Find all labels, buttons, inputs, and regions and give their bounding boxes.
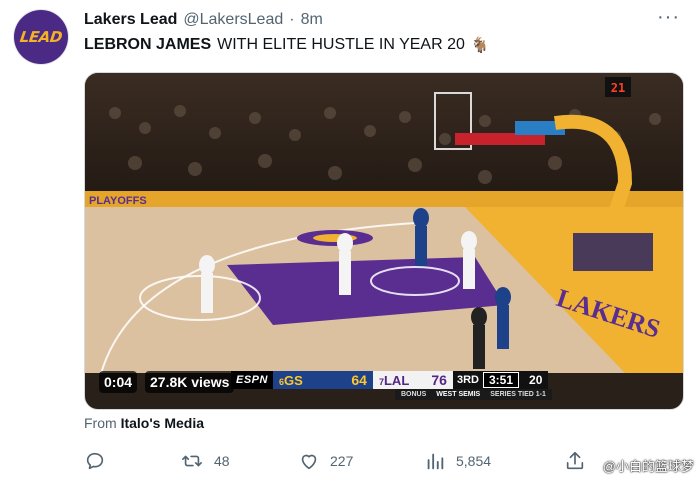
heart-icon bbox=[301, 454, 317, 470]
like-count: 227 bbox=[330, 453, 354, 469]
tweet-header: Lakers Lead @LakersLead · 8m bbox=[84, 10, 676, 30]
game-clock: 3:51 bbox=[482, 372, 520, 388]
views-count: 5,854 bbox=[456, 453, 492, 469]
home-score: 76 bbox=[431, 372, 447, 388]
retweet-button[interactable]: 48 bbox=[180, 450, 230, 472]
timestamp[interactable]: 8m bbox=[301, 11, 323, 29]
retweet-icon bbox=[182, 455, 202, 467]
avatar-logo-text: LEAD bbox=[18, 28, 64, 46]
tweet-text-body: WITH ELITE HUSTLE IN YEAR 20 bbox=[217, 36, 465, 53]
author-handle[interactable]: @LakersLead bbox=[183, 11, 283, 29]
watermark-text: @小白的篮球梦 bbox=[602, 459, 694, 474]
tweet-text: LEBRON JAMES WITH ELITE HUSTLE IN YEAR 2… bbox=[84, 36, 490, 54]
scorebug: ESPN 6GS 64 7LAL 76 3RD 3:51 20 bbox=[231, 371, 549, 389]
period: 3RD bbox=[456, 374, 479, 386]
share-button[interactable] bbox=[564, 450, 586, 472]
arena-shot-clock: 21 bbox=[611, 81, 625, 95]
goat-icon: 🐐 bbox=[470, 37, 490, 54]
reply-button[interactable] bbox=[84, 450, 116, 472]
shot-clock: 20 bbox=[523, 371, 549, 389]
media-source: From Italo's Media bbox=[84, 415, 204, 431]
home-team-block: 7LAL 76 bbox=[372, 371, 453, 389]
source-prefix: From bbox=[84, 415, 117, 431]
source-name[interactable]: Italo's Media bbox=[121, 415, 204, 431]
author-name[interactable]: Lakers Lead bbox=[84, 11, 177, 29]
away-score: 64 bbox=[351, 372, 367, 388]
away-team-block: 6GS 64 bbox=[272, 371, 373, 389]
retweet-count: 48 bbox=[214, 453, 230, 469]
reply-icon bbox=[86, 452, 104, 470]
like-button[interactable]: 227 bbox=[298, 450, 353, 472]
elapsed-time: 0:04 bbox=[99, 371, 138, 393]
bonus-label: BONUS bbox=[401, 391, 427, 398]
view-count: 27.8K views bbox=[145, 371, 235, 393]
video-player[interactable]: 21 PLAYOFFS LAKERS 0:04 27.8K views ESPN… bbox=[84, 72, 684, 410]
round-label: WEST SEMIS bbox=[436, 391, 481, 398]
share-icon bbox=[566, 451, 584, 470]
tweet-text-highlight: LEBRON JAMES bbox=[84, 36, 212, 53]
period-block: 3RD 3:51 bbox=[452, 371, 524, 389]
analytics-icon bbox=[427, 453, 444, 470]
away-team: GS bbox=[283, 372, 303, 388]
views-button[interactable]: 5,854 bbox=[424, 450, 491, 472]
game-frame: 21 PLAYOFFS LAKERS bbox=[85, 73, 683, 409]
home-team: LAL bbox=[383, 372, 410, 388]
scorebug-subline: BONUS WEST SEMIS SERIES TIED 1-1 bbox=[395, 389, 552, 400]
more-options-icon[interactable]: ··· bbox=[657, 6, 680, 29]
separator-dot: · bbox=[289, 11, 295, 28]
network-logo: ESPN bbox=[231, 371, 273, 389]
series-label: SERIES TIED 1-1 bbox=[490, 391, 546, 398]
avatar[interactable]: LEAD bbox=[14, 10, 68, 64]
court-sign-text: PLAYOFFS bbox=[89, 195, 147, 207]
